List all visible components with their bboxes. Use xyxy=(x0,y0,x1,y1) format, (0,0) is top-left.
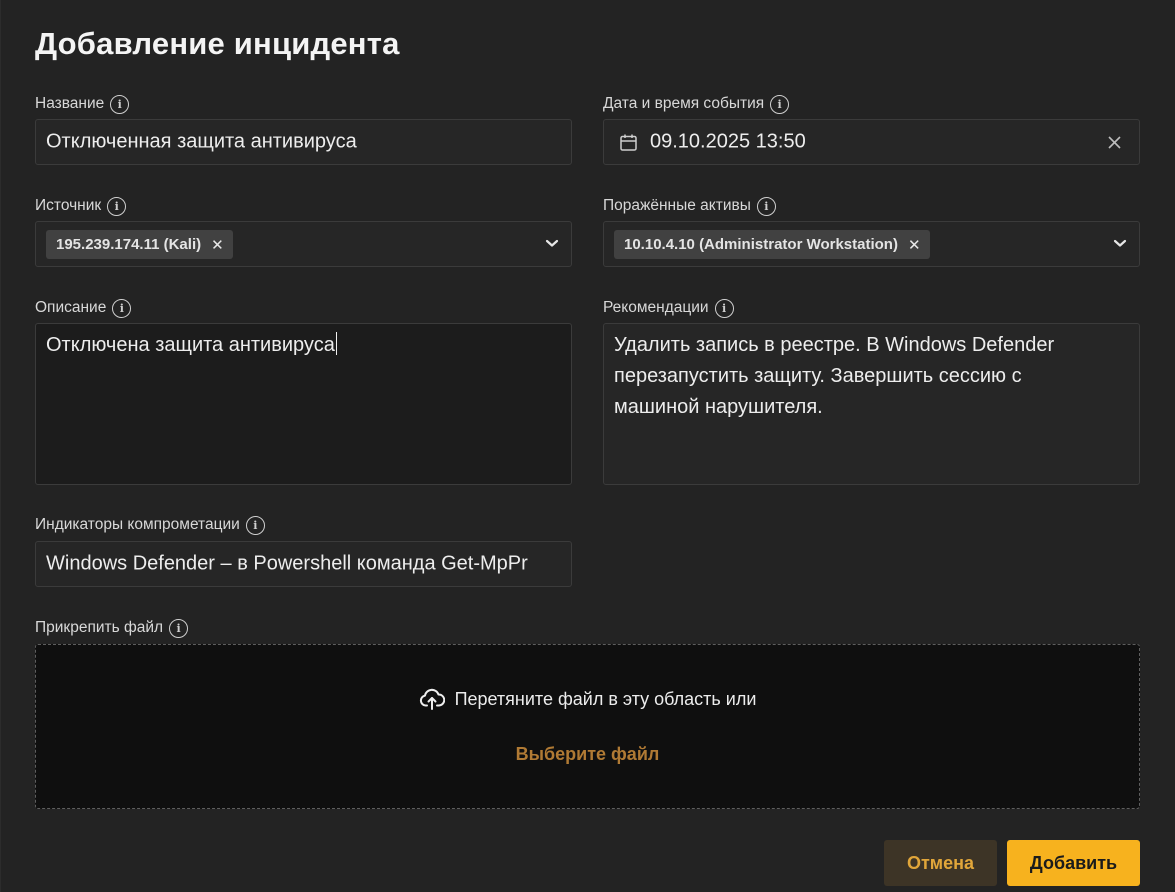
description-value: Отключена защита антивируса xyxy=(46,334,335,356)
assets-label: Поражённые активы i xyxy=(603,196,776,216)
dialog-title: Добавление инцидента xyxy=(35,26,400,61)
cancel-button[interactable]: Отмена xyxy=(884,840,997,886)
indicators-field[interactable]: Windows Defender – в Powershell команда … xyxy=(35,541,572,587)
datetime-field[interactable]: 09.10.2025 13:50 xyxy=(603,119,1140,165)
recommendations-value: Удалить запись в реестре. В Windows Defe… xyxy=(614,334,1055,418)
description-textarea[interactable]: Отключена защита антивируса xyxy=(35,323,572,485)
indicators-label-text: Индикаторы компрометации xyxy=(35,516,240,533)
description-label-text: Описание xyxy=(35,299,107,316)
info-icon[interactable]: i xyxy=(110,94,130,114)
datetime-value: 09.10.2025 13:50 xyxy=(650,130,806,153)
chevron-down-icon[interactable] xyxy=(545,236,559,250)
assets-select[interactable]: 10.10.4.10 (Administrator Workstation) ✕ xyxy=(603,221,1140,267)
info-icon[interactable]: i xyxy=(770,94,790,114)
info-icon[interactable]: i xyxy=(756,196,776,216)
source-label-text: Источник xyxy=(35,197,102,214)
indicators-label: Индикаторы компрометации i xyxy=(35,515,265,535)
add-incident-dialog: Добавление инцидента Название i Отключен… xyxy=(0,0,1175,892)
info-icon[interactable]: i xyxy=(112,298,132,318)
source-tag: 195.239.174.11 (Kali) ✕ xyxy=(46,230,233,259)
asset-tag-label: 10.10.4.10 (Administrator Workstation) xyxy=(624,236,898,253)
indicators-value: Windows Defender – в Powershell команда … xyxy=(46,552,528,575)
text-caret xyxy=(335,332,338,355)
name-value: Отключенная защита антивируса xyxy=(46,130,357,153)
assets-label-text: Поражённые активы xyxy=(603,197,751,214)
file-dropzone[interactable]: Перетяните файл в эту область или Выбери… xyxy=(35,644,1140,809)
attachment-label: Прикрепить файл i xyxy=(35,618,189,638)
info-icon[interactable]: i xyxy=(169,618,189,638)
description-text: Отключена защита антивируса xyxy=(46,330,561,361)
description-label: Описание i xyxy=(35,298,132,318)
name-label-text: Название xyxy=(35,95,105,112)
info-icon[interactable]: i xyxy=(714,298,734,318)
clear-icon[interactable] xyxy=(1108,136,1121,149)
add-button[interactable]: Добавить xyxy=(1007,840,1140,886)
name-field[interactable]: Отключенная защита антивируса xyxy=(35,119,572,165)
recommendations-label-text: Рекомендации xyxy=(603,299,709,316)
attachment-label-text: Прикрепить файл xyxy=(35,619,164,636)
calendar-icon xyxy=(620,134,637,151)
remove-tag-icon[interactable]: ✕ xyxy=(908,236,921,254)
dropzone-text: Перетяните файл в эту область или xyxy=(454,688,757,709)
remove-tag-icon[interactable]: ✕ xyxy=(211,236,224,254)
cloud-upload-icon xyxy=(419,688,445,710)
name-label: Название i xyxy=(35,94,130,114)
datetime-label-text: Дата и время события xyxy=(603,95,765,112)
datetime-label: Дата и время события i xyxy=(603,94,790,114)
source-tag-label: 195.239.174.11 (Kali) xyxy=(56,236,202,253)
source-select[interactable]: 195.239.174.11 (Kali) ✕ xyxy=(35,221,572,267)
info-icon[interactable]: i xyxy=(107,196,127,216)
choose-file-link[interactable]: Выберите файл xyxy=(36,744,1139,765)
chevron-down-icon[interactable] xyxy=(1113,236,1127,250)
info-icon[interactable]: i xyxy=(245,515,265,535)
dropzone-prompt: Перетяните файл в эту область или xyxy=(36,687,1139,711)
recommendations-label: Рекомендации i xyxy=(603,298,734,318)
asset-tag: 10.10.4.10 (Administrator Workstation) ✕ xyxy=(614,230,930,259)
source-label: Источник i xyxy=(35,196,127,216)
recommendations-textarea[interactable]: Удалить запись в реестре. В Windows Defe… xyxy=(603,323,1140,485)
